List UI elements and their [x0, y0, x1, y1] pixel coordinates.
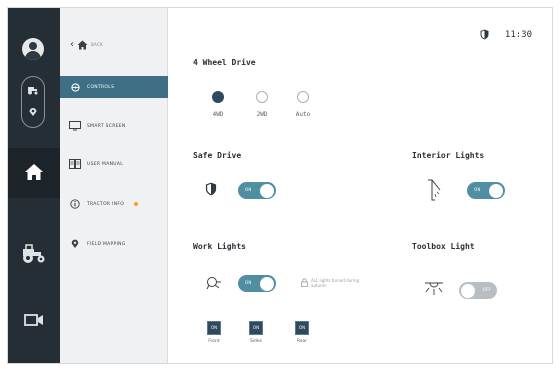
side-menu: ‹ BACK CONTROLS SMART SCREEN USER MANUAL: [60, 8, 168, 363]
menu-item-label: CONTROLS: [87, 84, 115, 90]
toggle-knob: [260, 183, 274, 198]
menu-item-tractor-info[interactable]: TRACTOR INFO: [60, 193, 168, 215]
vehicle-status-pill[interactable]: [21, 76, 45, 128]
icon-rail: [8, 8, 60, 363]
safe-drive-toggle[interactable]: ON: [238, 182, 276, 199]
menu-item-user-manual[interactable]: USER MANUAL: [60, 153, 168, 175]
toggle-state-label: ON: [245, 280, 252, 285]
camera-icon: [24, 314, 43, 326]
toggle-knob: [260, 276, 274, 291]
camera-nav-button[interactable]: [24, 312, 44, 331]
menu-item-field-mapping[interactable]: FIELD MAPPING: [60, 233, 168, 255]
toggle-state-label: ON: [474, 187, 481, 192]
radio-4wd-label: 4WD: [212, 111, 224, 118]
back-label: BACK: [91, 42, 104, 47]
info-icon: [69, 199, 81, 209]
front-lights-button[interactable]: ON: [207, 321, 221, 335]
toggle-state-label: OFF: [482, 287, 491, 292]
user-avatar-icon[interactable]: [22, 38, 44, 60]
shield-icon: [205, 182, 217, 196]
home-nav-button[interactable]: [8, 148, 60, 198]
lock-icon: [301, 278, 308, 287]
status-bar: 11:30: [480, 29, 532, 40]
radio-2wd[interactable]: [256, 91, 268, 103]
sides-lights-label: Sides: [249, 339, 263, 344]
home-icon: [77, 40, 88, 49]
tractor-small-icon: [26, 85, 40, 99]
work-lights-note: ALL lights turned during autumn: [311, 278, 360, 288]
location-pin-icon: [26, 107, 40, 121]
interior-lights-toggle[interactable]: ON: [467, 182, 505, 199]
toggle-knob: [489, 183, 503, 198]
rear-lights-label: Rear: [296, 339, 308, 344]
manual-icon: [69, 159, 81, 169]
rear-lights-button[interactable]: ON: [295, 321, 309, 335]
chevron-left-icon: ‹: [70, 39, 74, 50]
menu-item-smart-screen[interactable]: SMART SCREEN: [60, 115, 168, 137]
radio-4wd[interactable]: [212, 91, 224, 103]
clock: 11:30: [504, 29, 532, 40]
controls-panel: 11:30 4 Wheel Drive 4WD 2WD Auto Safe Dr…: [168, 8, 552, 363]
sides-lights-button[interactable]: ON: [249, 321, 263, 335]
app-window: ‹ BACK CONTROLS SMART SCREEN USER MANUAL: [7, 7, 553, 364]
home-icon: [25, 164, 43, 180]
front-lights-label: Front: [208, 339, 220, 344]
menu-item-label: FIELD MAPPING: [87, 241, 126, 247]
radio-auto-label: Auto: [295, 111, 311, 118]
menu-item-label: SMART SCREEN: [87, 123, 126, 129]
toggle-knob: [461, 283, 475, 298]
safe-drive-title: Safe Drive: [193, 151, 242, 160]
map-icon: [69, 239, 81, 249]
screen-icon: [69, 121, 81, 131]
work-lights-title: Work Lights: [193, 242, 246, 251]
spotlight-icon: [206, 277, 221, 290]
interior-lights-title: Interior Lights: [412, 151, 485, 160]
ceiling-lamp-icon: [428, 179, 441, 201]
work-lights-toggle[interactable]: ON: [238, 275, 276, 292]
toggle-state-label: ON: [245, 187, 252, 192]
radio-auto[interactable]: [297, 91, 309, 103]
radio-2wd-label: 2WD: [256, 111, 268, 118]
lamp-rays-icon: [425, 282, 443, 295]
tractor-icon: [23, 244, 45, 263]
notification-badge: [134, 202, 139, 206]
four-wheel-drive-title: 4 Wheel Drive: [193, 58, 256, 67]
toolbox-light-toggle[interactable]: OFF: [459, 282, 497, 299]
shield-icon: [480, 29, 489, 40]
menu-item-controls[interactable]: CONTROLS: [60, 76, 168, 98]
menu-item-label: USER MANUAL: [87, 161, 124, 167]
steering-wheel-icon: [69, 82, 81, 92]
tractor-nav-button[interactable]: [20, 244, 48, 268]
back-button[interactable]: ‹ BACK: [70, 39, 103, 50]
menu-item-label: TRACTOR INFO: [87, 201, 125, 207]
toolbox-light-title: Toolbox Light: [412, 242, 475, 251]
